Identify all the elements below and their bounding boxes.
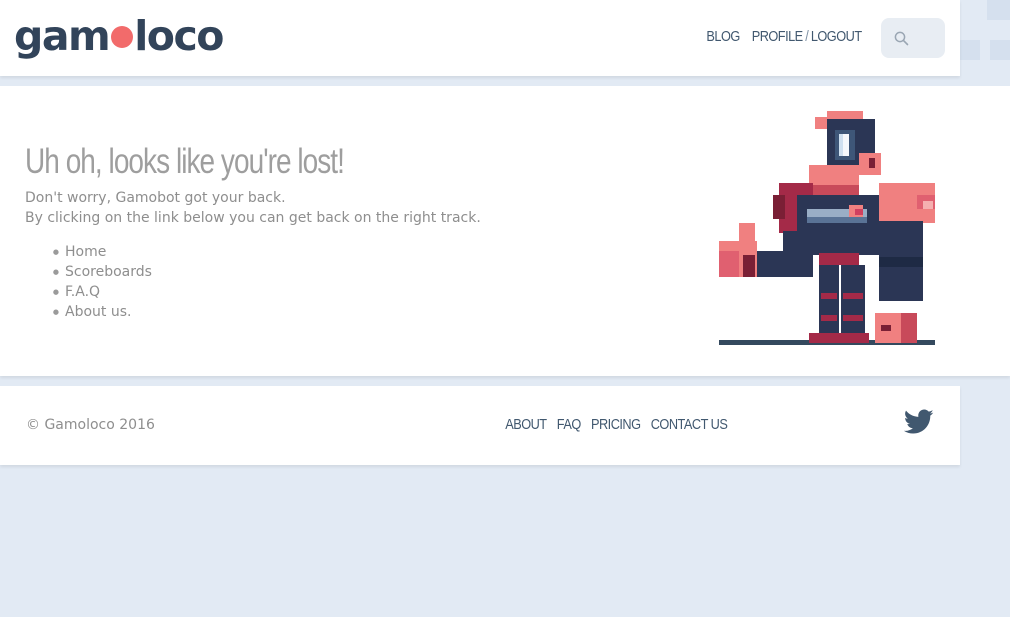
faq-link[interactable]: F.A.Q (65, 284, 100, 300)
header-nav: BLOG PROFILE / LOGOUT (707, 28, 863, 45)
footer-nav: ABOUT FAQ PRICING CONTACT US (495, 416, 728, 433)
main-content: Uh oh, looks like you're lost! Don't wor… (0, 86, 1010, 376)
instruction-text: By clicking on the link below you can ge… (25, 210, 481, 226)
site-header: gam loco BLOG PROFILE / LOGOUT (0, 0, 960, 76)
footer-contact-link[interactable]: CONTACT US (650, 416, 727, 433)
footer-pricing-link[interactable]: PRICING (591, 416, 641, 433)
list-item: Scoreboards (25, 264, 152, 284)
robot-mascot (719, 111, 935, 345)
gamoloco-logo[interactable]: gam loco (14, 11, 224, 61)
footer-faq-link[interactable]: FAQ (556, 416, 580, 433)
list-item: About us. (25, 304, 152, 324)
recovery-links-list: Home Scoreboards F.A.Q About us. (25, 244, 152, 324)
background-tiles (960, 0, 1010, 86)
site-footer: © Gamoloco 2016 ABOUT FAQ PRICING CONTACT U… (0, 386, 960, 465)
nav-profile-link[interactable]: PROFILE (752, 28, 803, 45)
list-item: Home (25, 244, 152, 264)
logo-dot-icon (111, 26, 134, 48)
about-us-link[interactable]: About us. (65, 304, 131, 320)
nav-blog-link[interactable]: BLOG (707, 28, 741, 45)
twitter-icon[interactable] (904, 409, 934, 435)
home-link[interactable]: Home (65, 244, 106, 260)
search-icon (894, 31, 909, 46)
scoreboards-link[interactable]: Scoreboards (65, 264, 152, 280)
footer-about-link[interactable]: ABOUT (505, 416, 547, 433)
nav-separator: / (805, 28, 809, 45)
nav-logout-link[interactable]: LOGOUT (811, 28, 862, 45)
list-item: F.A.Q (25, 284, 152, 304)
search-input[interactable] (913, 26, 943, 52)
logo-text-right: loco (134, 12, 224, 60)
page-title: Uh oh, looks like you're lost! (25, 142, 345, 181)
copyright-text: © Gamoloco 2016 (26, 417, 155, 433)
logo-text-left: gam (14, 12, 111, 60)
reassurance-text: Don't worry, Gamobot got your back. (25, 190, 286, 206)
search-box[interactable] (881, 18, 945, 58)
